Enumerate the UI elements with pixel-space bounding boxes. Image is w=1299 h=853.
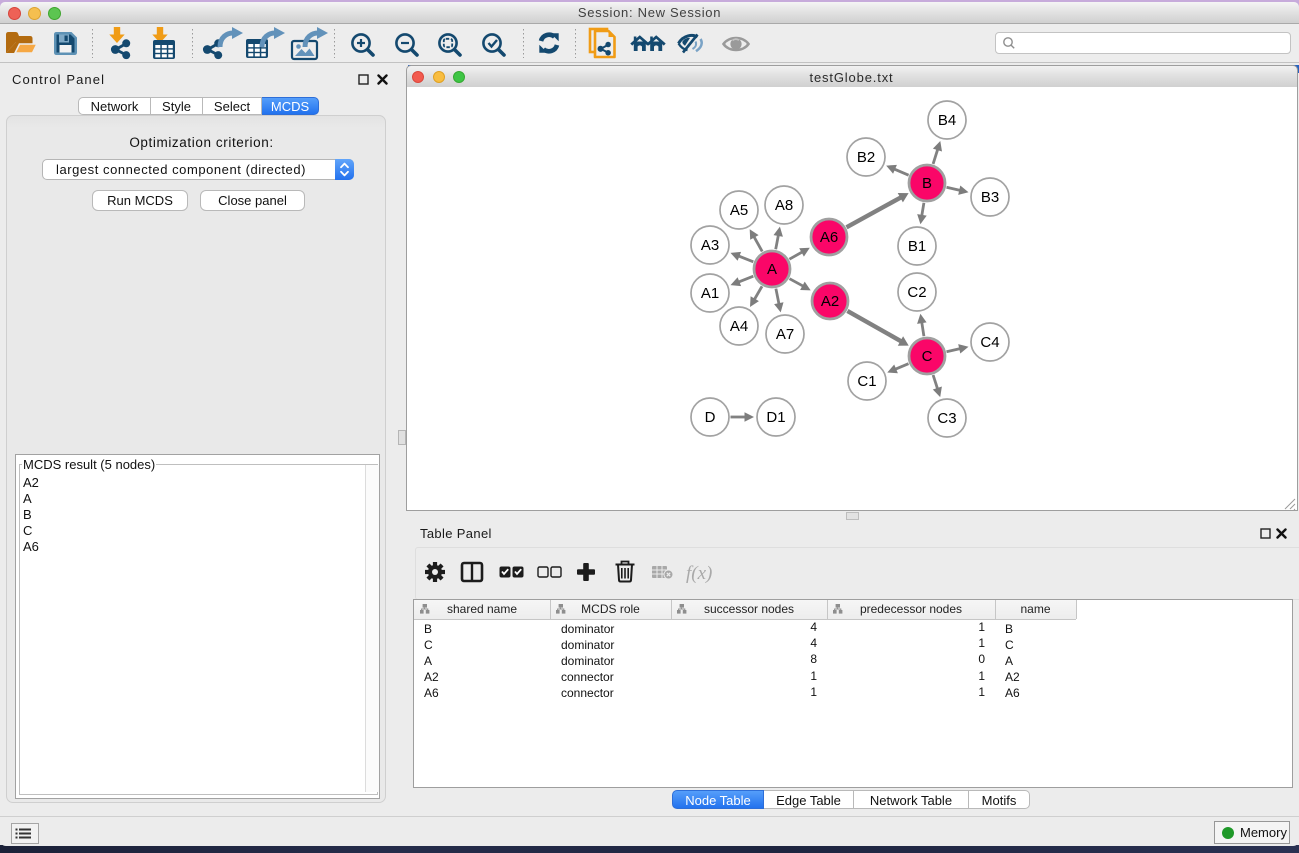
svg-text:D: D (705, 409, 716, 426)
svg-text:A7: A7 (776, 326, 794, 343)
svg-text:B: B (922, 175, 932, 192)
svg-text:C3: C3 (937, 410, 956, 427)
svg-text:B2: B2 (857, 149, 875, 166)
svg-text:A6: A6 (820, 229, 838, 246)
svg-text:A2: A2 (821, 293, 839, 310)
svg-text:D1: D1 (766, 409, 785, 426)
svg-text:C4: C4 (980, 334, 999, 351)
svg-text:C1: C1 (857, 373, 876, 390)
svg-text:A3: A3 (701, 237, 719, 254)
svg-text:C: C (922, 348, 933, 365)
svg-text:A8: A8 (775, 197, 793, 214)
svg-text:A: A (767, 261, 777, 278)
svg-text:B4: B4 (938, 112, 956, 129)
svg-text:A4: A4 (730, 318, 748, 335)
svg-text:f(x): f(x) (686, 563, 712, 584)
svg-text:A1: A1 (701, 285, 719, 302)
svg-text:B1: B1 (908, 238, 926, 255)
svg-text:C2: C2 (907, 284, 926, 301)
svg-text:A5: A5 (730, 202, 748, 219)
svg-text:B3: B3 (981, 189, 999, 206)
